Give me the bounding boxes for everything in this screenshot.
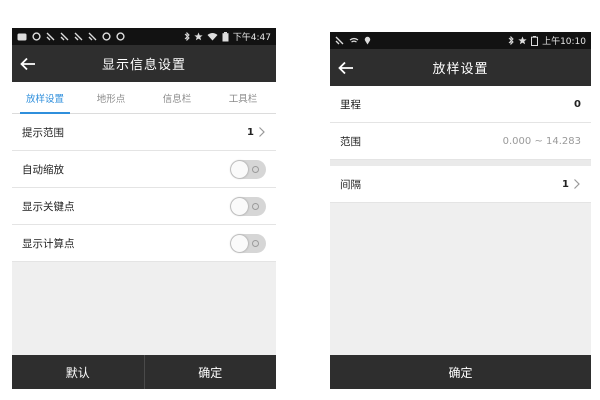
auto-zoom-toggle[interactable] (230, 159, 266, 179)
mileage-value: 0 (574, 98, 581, 110)
notification-icons (335, 36, 508, 45)
row-auto-zoom: 自动缩放 (12, 151, 276, 188)
wifi-icon (207, 33, 218, 41)
row-range: 范围 0.000 ~ 14.283 (330, 123, 591, 160)
battery-icon (222, 31, 229, 41)
row-show-calc-points: 显示计算点 (12, 225, 276, 262)
range-value: 0.000 ~ 14.283 (502, 135, 581, 147)
page-title: 放样设置 (432, 62, 489, 77)
sync-icon (32, 32, 41, 41)
tab-terrain-points[interactable]: 地形点 (78, 82, 144, 113)
status-bar: 上午10:10 (330, 32, 591, 49)
toggle-knob (231, 234, 248, 252)
phone-screen-right: 上午10:10 放样设置 里程 0 范围 0.000 ~ 14.283 间隔 1… (330, 32, 591, 389)
chevron-right-icon (259, 127, 265, 137)
toggle-off-indicator (252, 239, 259, 247)
back-arrow-icon[interactable] (335, 57, 357, 79)
interval-value: 1 (562, 178, 569, 190)
confirm-button[interactable]: 确定 (330, 355, 591, 389)
star-icon (518, 36, 527, 45)
show-key-points-toggle[interactable] (230, 196, 266, 216)
system-icons: 上午10:10 (508, 34, 586, 47)
status-bar: 下午4:47 (12, 28, 276, 45)
row-prompt-range[interactable]: 提示范围 1 (12, 114, 276, 151)
row-value: 1 (247, 126, 266, 138)
tab-bar: 放样设置 地形点 信息栏 工具栏 (12, 82, 276, 114)
title-bar: 放样设置 (330, 49, 591, 86)
system-icons: 下午4:47 (184, 30, 271, 43)
phone-screen-left: 下午4:47 显示信息设置 放样设置 地形点 信息栏 工具栏 提示范围 1 自动… (12, 28, 276, 389)
bottom-action-bar: 默认 确定 (12, 355, 276, 389)
bottom-action-bar: 确定 (330, 355, 591, 389)
row-interval[interactable]: 间隔 1 (330, 166, 591, 203)
tab-info-bar[interactable]: 信息栏 (144, 82, 210, 113)
sync-icon (102, 32, 111, 41)
row-label: 显示关键点 (22, 200, 75, 213)
row-mileage[interactable]: 里程 0 (330, 86, 591, 123)
signal-icon (60, 32, 69, 41)
show-calc-points-toggle[interactable] (230, 233, 266, 253)
chevron-right-icon (574, 179, 580, 189)
signal-icon (74, 32, 83, 41)
row-show-key-points: 显示关键点 (12, 188, 276, 225)
row-label: 里程 (340, 98, 361, 111)
prompt-range-value: 1 (247, 126, 254, 138)
message-icon (17, 33, 27, 40)
signal-icon (335, 36, 344, 45)
toggle-knob (231, 160, 248, 178)
row-label: 间隔 (340, 178, 361, 191)
back-arrow-icon[interactable] (17, 53, 39, 75)
confirm-button[interactable]: 确定 (143, 355, 277, 389)
default-button[interactable]: 默认 (12, 355, 144, 389)
toggle-off-indicator (252, 165, 259, 173)
sync-icon (116, 32, 125, 41)
page-title: 显示信息设置 (101, 58, 186, 73)
row-label: 提示范围 (22, 126, 64, 139)
notification-icons (17, 32, 184, 41)
status-time: 下午4:47 (232, 33, 271, 43)
tab-toolbar[interactable]: 工具栏 (210, 82, 276, 113)
tab-stakeout-settings[interactable]: 放样设置 (12, 82, 78, 114)
toggle-off-indicator (252, 202, 259, 210)
bluetooth-icon (508, 36, 514, 45)
battery-icon (531, 35, 539, 46)
star-icon (194, 32, 203, 41)
bluetooth-icon (184, 32, 190, 41)
wifi-icon (349, 37, 359, 43)
row-label: 显示计算点 (22, 237, 75, 250)
location-pin-icon (364, 36, 371, 45)
row-label: 范围 (340, 135, 361, 148)
toggle-knob (231, 197, 248, 215)
row-label: 自动缩放 (22, 163, 64, 176)
signal-icon (88, 32, 97, 41)
signal-icon (46, 32, 55, 41)
row-value: 1 (562, 178, 581, 190)
title-bar: 显示信息设置 (12, 45, 276, 82)
status-time: 上午10:10 (542, 37, 586, 47)
